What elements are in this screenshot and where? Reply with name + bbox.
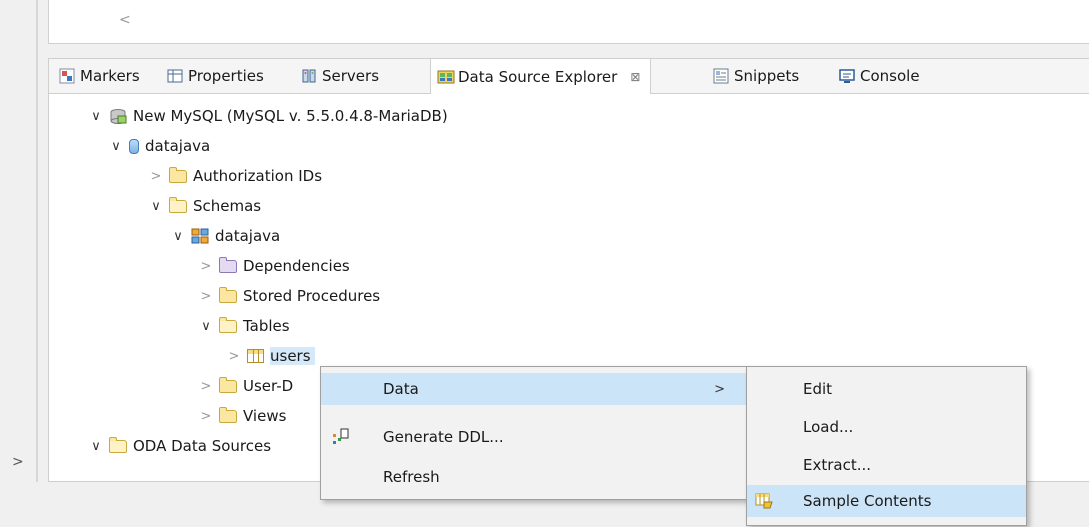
- table-icon: [247, 349, 264, 363]
- schemas-label: Schemas: [193, 197, 262, 215]
- menu-item-label: Extract...: [803, 456, 872, 474]
- tab-label: Data Source Explorer: [458, 67, 618, 86]
- oda-label: ODA Data Sources: [133, 437, 272, 455]
- submenu-arrow-icon: >: [714, 381, 725, 397]
- submenu-item-edit[interactable]: Edit: [747, 373, 1026, 405]
- left-trim-strip: [0, 0, 38, 527]
- side-panel-expand-icon[interactable]: >: [12, 454, 24, 470]
- data-submenu: Edit Load... Extract... Sample Contents: [746, 366, 1027, 526]
- tree-node-authorization-ids[interactable]: > Authorization IDs: [149, 161, 322, 191]
- user-defined-label: User-D: [243, 377, 294, 395]
- collapsed-chevron-icon[interactable]: >: [199, 409, 213, 424]
- authorization-label: Authorization IDs: [193, 167, 323, 185]
- connection-label: New MySQL (MySQL v. 5.5.0.4.8-MariaDB): [133, 107, 448, 125]
- sample-contents-icon: [755, 492, 773, 510]
- tree-node-connection[interactable]: ∨ New MySQL (MySQL v. 5.5.0.4.8-MariaDB): [89, 101, 448, 131]
- stored-procedures-label: Stored Procedures: [243, 287, 381, 305]
- tab-label: Console: [860, 67, 920, 85]
- schema-label: datajava: [215, 227, 281, 245]
- tree-node-tables[interactable]: ∨ Tables: [199, 311, 290, 341]
- snippets-icon: [713, 68, 729, 84]
- folder-icon: [219, 256, 237, 273]
- tab-label: Properties: [188, 67, 264, 85]
- tab-label: Markers: [80, 67, 140, 85]
- context-menu: Data > Generate DDL... Refresh: [320, 366, 748, 500]
- menu-item-label: Edit: [803, 380, 833, 398]
- tree-node-schemas[interactable]: ∨ Schemas: [149, 191, 261, 221]
- expanded-chevron-icon[interactable]: ∨: [199, 319, 213, 334]
- scroll-left-icon[interactable]: <: [119, 12, 131, 28]
- tree-node-oda-data-sources[interactable]: ∨ ODA Data Sources: [89, 431, 271, 461]
- tree-node-user-defined[interactable]: > User-D: [199, 371, 293, 401]
- collapsed-chevron-icon[interactable]: >: [199, 259, 213, 274]
- folder-icon: [219, 316, 237, 333]
- collapsed-chevron-icon[interactable]: >: [149, 169, 163, 184]
- expanded-chevron-icon[interactable]: ∨: [149, 199, 163, 214]
- tree-node-database[interactable]: ∨ datajava: [109, 131, 210, 161]
- tab-label: Snippets: [734, 67, 800, 85]
- folder-icon: [219, 406, 237, 423]
- tab-console[interactable]: Console: [839, 59, 920, 93]
- servers-icon: [301, 68, 317, 84]
- menu-item-label: Load...: [803, 418, 854, 436]
- folder-icon: [219, 376, 237, 393]
- submenu-item-load[interactable]: Load...: [747, 411, 1026, 443]
- tab-snippets[interactable]: Snippets: [713, 59, 799, 93]
- database-label: datajava: [145, 137, 211, 155]
- properties-icon: [167, 68, 183, 84]
- gutter-divider: [36, 0, 38, 527]
- markers-icon: [59, 68, 75, 84]
- editor-area: <: [48, 0, 1089, 44]
- menu-item-label: Refresh: [383, 468, 440, 486]
- tab-servers[interactable]: Servers: [301, 59, 379, 93]
- menu-item-generate-ddl[interactable]: Generate DDL...: [321, 421, 747, 453]
- view-tab-bar: Markers Properties Servers Data Source E…: [49, 59, 1089, 94]
- submenu-item-extract[interactable]: Extract...: [747, 449, 1026, 481]
- close-icon[interactable]: ⊠: [630, 70, 640, 84]
- menu-item-refresh[interactable]: Refresh: [321, 461, 747, 493]
- folder-icon: [219, 286, 237, 303]
- expanded-chevron-icon[interactable]: ∨: [89, 109, 103, 124]
- generate-ddl-icon: [331, 428, 349, 446]
- tab-markers[interactable]: Markers: [59, 59, 140, 93]
- menu-item-label: Data: [383, 380, 419, 398]
- submenu-item-sample-contents[interactable]: Sample Contents: [747, 485, 1026, 517]
- menu-item-label: Sample Contents: [803, 492, 932, 510]
- expanded-chevron-icon[interactable]: ∨: [171, 229, 185, 244]
- tab-data-source-explorer[interactable]: Data Source Explorer ⊠: [430, 59, 652, 94]
- dependencies-label: Dependencies: [243, 257, 350, 275]
- views-label: Views: [243, 407, 287, 425]
- tree-node-users-table[interactable]: > users: [227, 341, 315, 371]
- data-source-explorer-icon: [437, 69, 455, 85]
- tree-node-views[interactable]: > Views: [199, 401, 286, 431]
- tables-label: Tables: [243, 317, 290, 335]
- tree-node-stored-procedures[interactable]: > Stored Procedures: [199, 281, 380, 311]
- menu-item-data[interactable]: Data >: [321, 373, 747, 405]
- tab-properties[interactable]: Properties: [167, 59, 264, 93]
- folder-icon: [169, 196, 187, 213]
- menu-item-label: Generate DDL...: [383, 428, 504, 446]
- collapsed-chevron-icon[interactable]: >: [199, 289, 213, 304]
- connection-database-icon: [109, 108, 127, 124]
- expanded-chevron-icon[interactable]: ∨: [109, 139, 123, 154]
- collapsed-chevron-icon[interactable]: >: [199, 379, 213, 394]
- tree-node-schema[interactable]: ∨ datajava: [171, 221, 280, 251]
- tree-node-dependencies[interactable]: > Dependencies: [199, 251, 350, 281]
- schema-icon: [191, 228, 209, 244]
- console-icon: [839, 68, 855, 84]
- tab-label: Servers: [322, 67, 380, 85]
- open-folder-icon: [109, 436, 127, 453]
- database-icon: [129, 138, 139, 154]
- expanded-chevron-icon[interactable]: ∨: [89, 439, 103, 454]
- folder-icon: [169, 166, 187, 183]
- users-label: users: [270, 347, 315, 365]
- collapsed-chevron-icon[interactable]: >: [227, 349, 241, 364]
